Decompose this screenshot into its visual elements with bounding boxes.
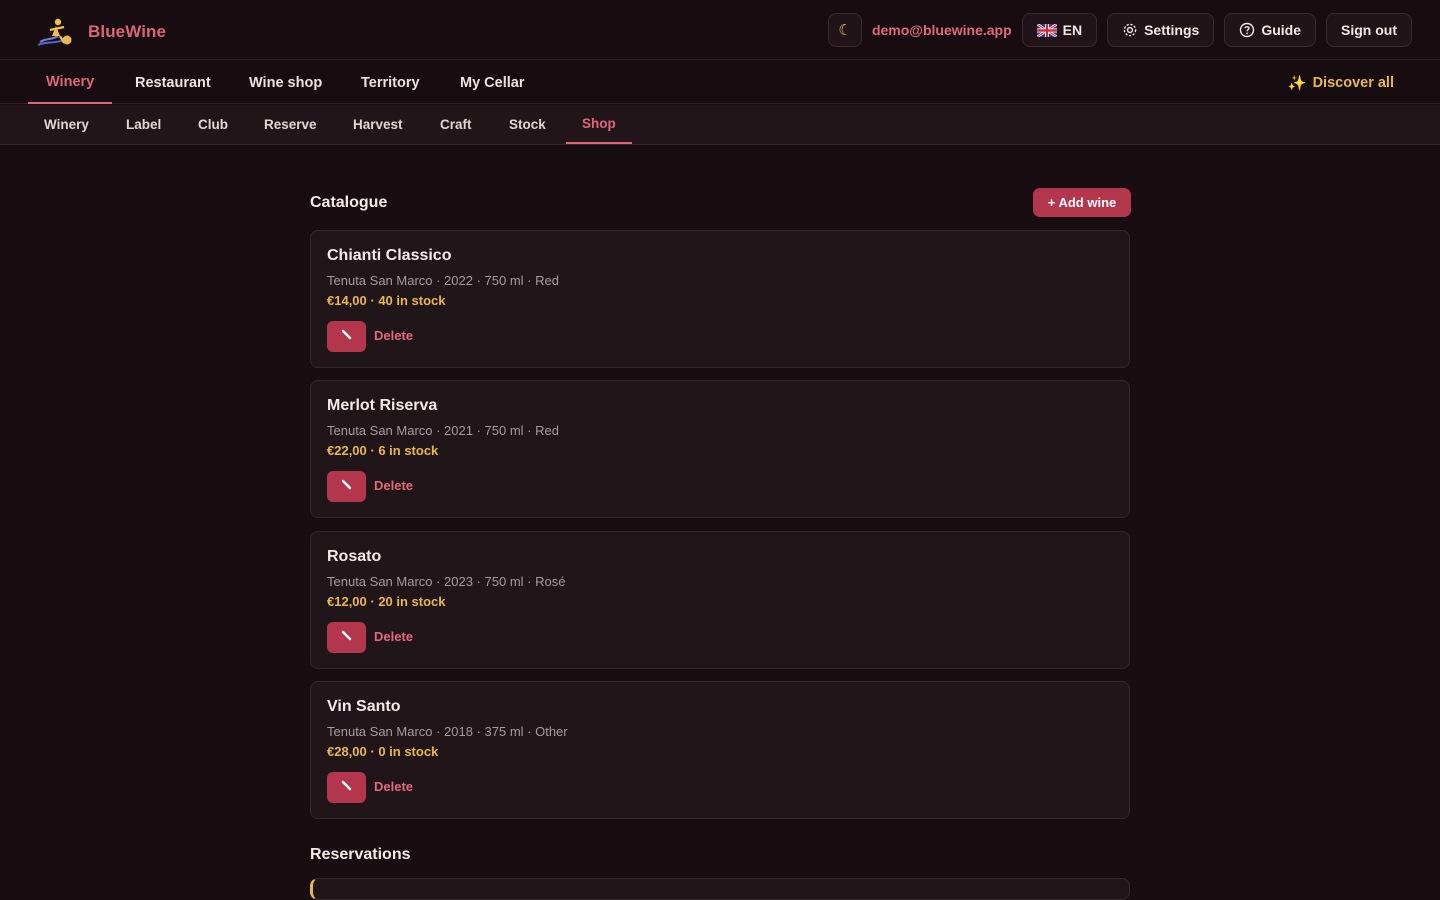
wine-price-stock: €12,00 · 20 in stock bbox=[327, 594, 446, 609]
top-actions: ☾ demo@bluewine.app EN Settings Guide Si… bbox=[827, 13, 1412, 47]
theme-toggle-button[interactable]: ☾ bbox=[827, 13, 862, 47]
subnav-item-harvest[interactable]: Harvest bbox=[337, 105, 419, 144]
wine-meta: Tenuta San Marco · 2022 · 750 ml · Red bbox=[327, 273, 559, 288]
subnav-item-label[interactable]: Label bbox=[110, 105, 177, 144]
wine-meta: Tenuta San Marco · 2021 · 750 ml · Red bbox=[327, 423, 559, 438]
pencil-icon bbox=[340, 778, 354, 797]
add-wine-button[interactable]: + Add wine bbox=[1033, 188, 1131, 217]
pencil-icon bbox=[340, 477, 354, 496]
subnav-item-stock[interactable]: Stock bbox=[493, 105, 562, 144]
sign-out-label: Sign out bbox=[1341, 22, 1397, 38]
wine-name: Merlot Riserva bbox=[327, 397, 438, 414]
wine-name: Chianti Classico bbox=[327, 247, 452, 264]
delete-wine-link[interactable]: Delete bbox=[374, 328, 413, 343]
wine-meta: Tenuta San Marco · 2018 · 375 ml · Other bbox=[327, 724, 568, 739]
delete-wine-link[interactable]: Delete bbox=[374, 478, 413, 493]
wine-card: Chianti Classico Tenuta San Marco · 2022… bbox=[310, 230, 1130, 368]
language-label: EN bbox=[1062, 22, 1083, 38]
reservations-title: Reservations bbox=[310, 846, 411, 863]
subnav-item-reserve[interactable]: Reserve bbox=[248, 105, 333, 144]
settings-label: Settings bbox=[1144, 22, 1200, 38]
discover-all-label: Discover all bbox=[1312, 74, 1394, 91]
delete-wine-link[interactable]: Delete bbox=[374, 629, 413, 644]
wine-card: Vin Santo Tenuta San Marco · 2018 · 375 … bbox=[310, 681, 1130, 819]
edit-wine-button[interactable] bbox=[327, 622, 366, 653]
subnav-item-shop[interactable]: Shop bbox=[566, 105, 632, 144]
bluewine-logo-icon bbox=[34, 16, 74, 48]
help-circle-icon bbox=[1239, 22, 1255, 38]
pencil-icon bbox=[340, 327, 354, 346]
sparkle-icon: ✨ bbox=[1287, 74, 1307, 92]
app-name: BlueWine bbox=[88, 22, 167, 41]
nav-item-territory[interactable]: Territory bbox=[343, 61, 438, 104]
wine-price-stock: €14,00 · 40 in stock bbox=[327, 293, 446, 308]
delete-wine-link[interactable]: Delete bbox=[374, 779, 413, 794]
user-email-link[interactable]: demo@bluewine.app bbox=[872, 22, 1012, 38]
uk-flag-icon bbox=[1036, 23, 1057, 37]
guide-label: Guide bbox=[1261, 22, 1301, 38]
wine-name: Rosato bbox=[327, 548, 382, 565]
subnav-item-craft[interactable]: Craft bbox=[424, 105, 488, 144]
nav-item-my-cellar[interactable]: My Cellar bbox=[442, 61, 542, 104]
guide-button[interactable]: Guide bbox=[1224, 13, 1316, 47]
brand[interactable]: BlueWine bbox=[34, 16, 166, 48]
sign-out-button[interactable]: Sign out bbox=[1326, 13, 1412, 47]
wine-card: Rosato Tenuta San Marco · 2023 · 750 ml … bbox=[310, 531, 1130, 669]
catalogue-title: Catalogue bbox=[310, 194, 388, 211]
wine-price-stock: €22,00 · 6 in stock bbox=[327, 443, 439, 458]
subnav-item-winery[interactable]: Winery bbox=[28, 105, 105, 144]
settings-button[interactable]: Settings bbox=[1107, 13, 1215, 47]
wine-card: Merlot Riserva Tenuta San Marco · 2021 ·… bbox=[310, 380, 1130, 518]
edit-wine-button[interactable] bbox=[327, 471, 366, 502]
language-button[interactable]: EN bbox=[1021, 13, 1098, 47]
gear-icon bbox=[1122, 22, 1138, 38]
wine-meta: Tenuta San Marco · 2023 · 750 ml · Rosé bbox=[327, 574, 566, 589]
wine-price-stock: €28,00 · 0 in stock bbox=[327, 744, 439, 759]
pencil-icon bbox=[340, 628, 354, 647]
discover-all-link[interactable]: ✨ Discover all bbox=[1288, 61, 1394, 104]
moon-icon: ☾ bbox=[838, 22, 852, 39]
nav-item-wine-shop[interactable]: Wine shop bbox=[231, 61, 340, 104]
nav-item-restaurant[interactable]: Restaurant bbox=[117, 61, 229, 104]
subnav-item-club[interactable]: Club bbox=[182, 105, 244, 144]
top-bar: BlueWine ☾ demo@bluewine.app EN Settings… bbox=[0, 0, 1440, 60]
secondary-nav: Winery Label Club Reserve Harvest Craft … bbox=[0, 105, 1440, 145]
nav-item-winery[interactable]: Winery bbox=[28, 61, 113, 104]
edit-wine-button[interactable] bbox=[327, 321, 366, 352]
wine-name: Vin Santo bbox=[327, 698, 401, 715]
edit-wine-button[interactable] bbox=[327, 772, 366, 803]
reservation-card bbox=[310, 878, 1130, 900]
primary-nav: Winery Restaurant Wine shop Territory My… bbox=[0, 61, 1440, 104]
